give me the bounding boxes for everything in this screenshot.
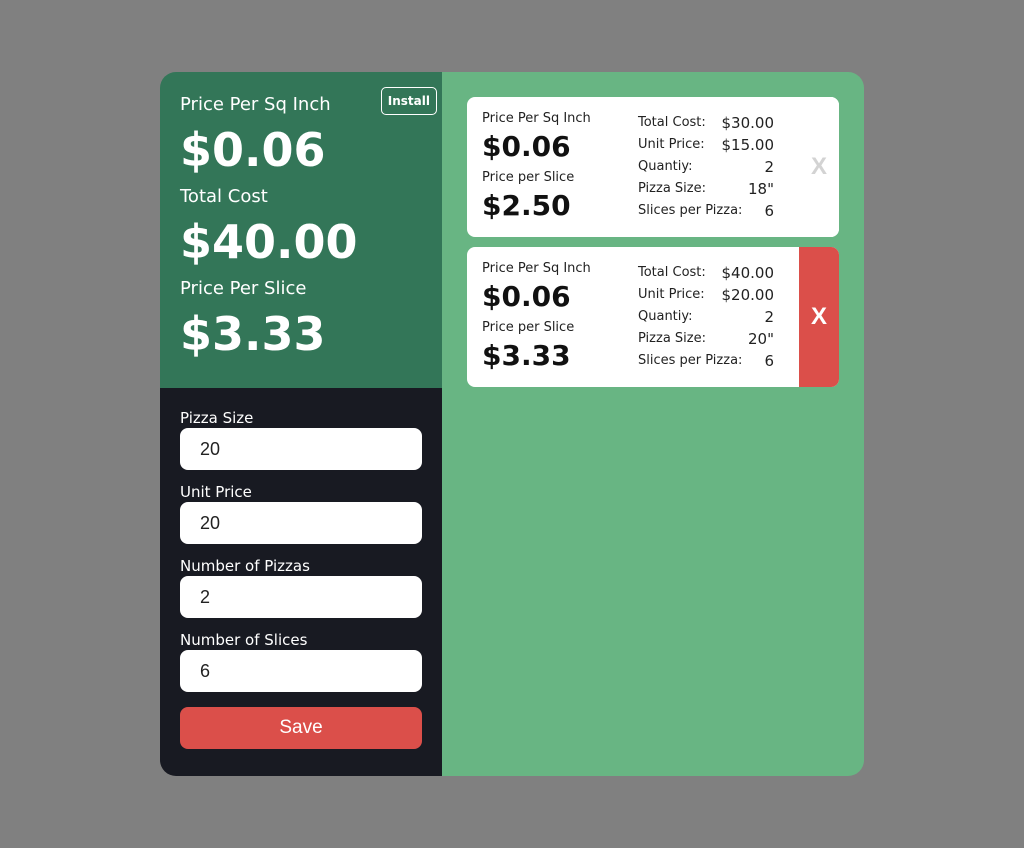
card-price-sq-label: Price Per Sq Inch — [482, 261, 591, 276]
saved-pizzas-list: Price Per Sq Inch $0.06 Price per Slice … — [442, 72, 864, 776]
card-price-sq-label: Price Per Sq Inch — [482, 111, 591, 126]
delete-card-button[interactable]: X — [799, 97, 839, 237]
card-slices-value: 6 — [764, 202, 774, 220]
summary-panel: Price Per Sq Inch $0.06 Total Cost $40.0… — [160, 72, 442, 388]
pizza-size-input[interactable] — [180, 428, 422, 470]
card-quantity-label: Quantiy: — [638, 159, 693, 174]
card-price-sq-value: $0.06 — [482, 130, 571, 163]
price-per-slice-value: $3.33 — [180, 307, 326, 361]
pizza-calculator-app: Price Per Sq Inch $0.06 Total Cost $40.0… — [160, 72, 864, 776]
saved-pizza-card: Price Per Sq Inch $0.06 Price per Slice … — [467, 97, 839, 237]
card-price-sq-value: $0.06 — [482, 280, 571, 313]
card-price-slice-value: $3.33 — [482, 339, 571, 372]
card-total-cost-value: $30.00 — [721, 114, 775, 132]
price-per-slice-label: Price Per Slice — [180, 278, 307, 299]
pizza-form: Pizza Size Unit Price Number of Pizzas N… — [160, 388, 442, 776]
pizza-size-label: Pizza Size — [180, 409, 254, 427]
save-button[interactable]: Save — [180, 707, 422, 749]
card-slices-label: Slices per Pizza: — [638, 203, 743, 218]
card-pizza-size-value: 20" — [748, 330, 774, 348]
total-cost-label: Total Cost — [180, 186, 268, 207]
num-slices-input[interactable] — [180, 650, 422, 692]
num-slices-label: Number of Slices — [180, 631, 308, 649]
card-unit-price-value: $20.00 — [721, 286, 775, 304]
card-price-slice-value: $2.50 — [482, 189, 571, 222]
saved-pizza-card: Price Per Sq Inch $0.06 Price per Slice … — [467, 247, 839, 387]
card-pizza-size-label: Pizza Size: — [638, 181, 706, 196]
card-slices-label: Slices per Pizza: — [638, 353, 743, 368]
price-sq-inch-value: $0.06 — [180, 123, 326, 177]
left-panel: Price Per Sq Inch $0.06 Total Cost $40.0… — [160, 72, 442, 776]
card-total-cost-label: Total Cost: — [638, 265, 706, 280]
card-unit-price-label: Unit Price: — [638, 137, 705, 152]
card-price-slice-label: Price per Slice — [482, 320, 575, 335]
card-slices-value: 6 — [764, 352, 774, 370]
unit-price-label: Unit Price — [180, 483, 252, 501]
card-quantity-value: 2 — [764, 308, 774, 326]
card-total-cost-label: Total Cost: — [638, 115, 706, 130]
delete-card-button[interactable]: X — [799, 247, 839, 387]
card-pizza-size-label: Pizza Size: — [638, 331, 706, 346]
total-cost-value: $40.00 — [180, 215, 358, 269]
card-quantity-value: 2 — [764, 158, 774, 176]
num-pizzas-input[interactable] — [180, 576, 422, 618]
num-pizzas-label: Number of Pizzas — [180, 557, 310, 575]
card-unit-price-label: Unit Price: — [638, 287, 705, 302]
card-pizza-size-value: 18" — [748, 180, 774, 198]
card-price-slice-label: Price per Slice — [482, 170, 575, 185]
card-unit-price-value: $15.00 — [721, 136, 775, 154]
unit-price-input[interactable] — [180, 502, 422, 544]
install-button[interactable]: Install — [380, 87, 437, 115]
price-sq-inch-label: Price Per Sq Inch — [180, 94, 331, 115]
card-quantity-label: Quantiy: — [638, 309, 693, 324]
card-total-cost-value: $40.00 — [721, 264, 775, 282]
